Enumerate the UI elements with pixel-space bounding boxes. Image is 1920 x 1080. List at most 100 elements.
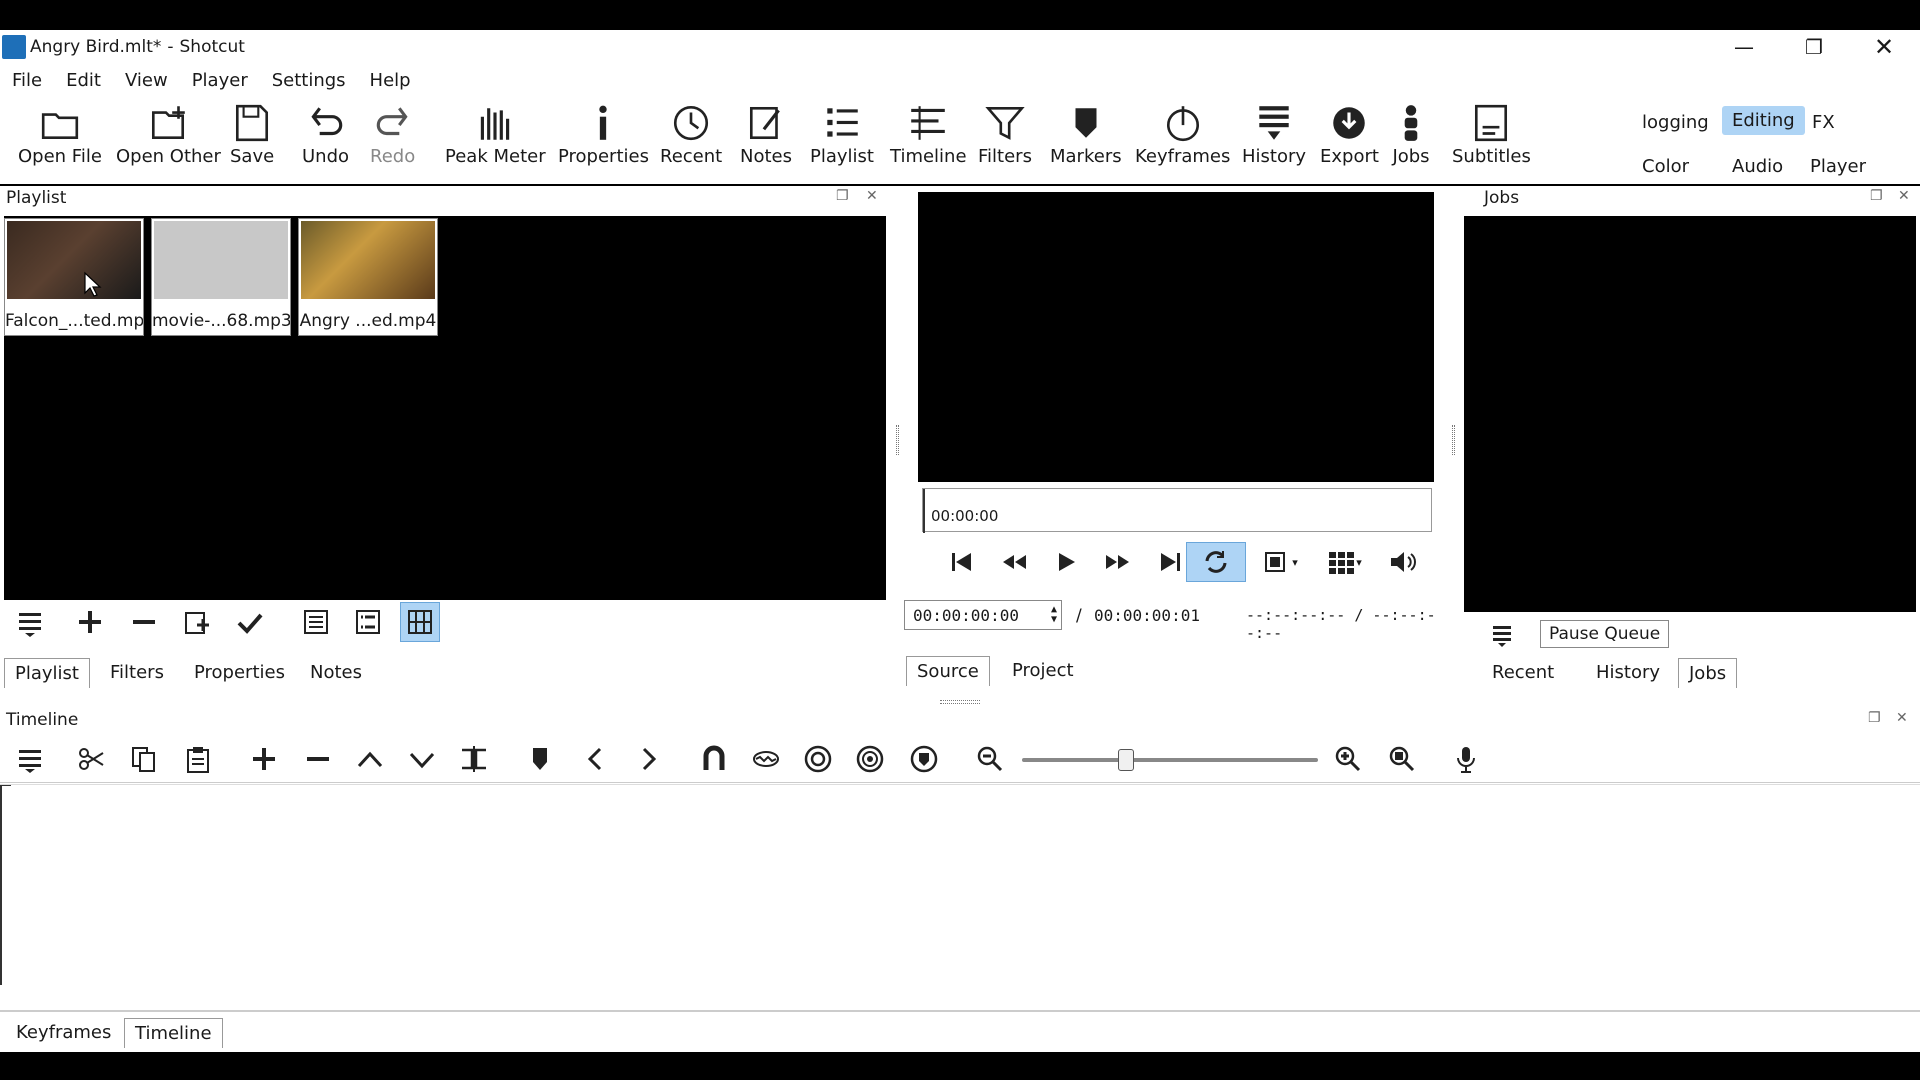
tab-properties[interactable]: Properties	[184, 658, 295, 687]
current-time-field[interactable]: 00:00:00:00 ▲ ▼	[904, 600, 1062, 630]
time-spinner-icon[interactable]: ▲ ▼	[1051, 605, 1057, 625]
pause-queue-button[interactable]: Pause Queue	[1540, 620, 1670, 648]
splitter-handle[interactable]	[896, 425, 899, 455]
view-details-button[interactable]	[296, 602, 336, 642]
menu-file[interactable]: File	[0, 70, 54, 91]
next-marker-button[interactable]	[628, 741, 668, 777]
tab-source[interactable]: Source	[906, 656, 990, 686]
snap-button[interactable]	[694, 741, 734, 777]
zoom-out-button[interactable]	[970, 741, 1010, 777]
layout-logging[interactable]: logging	[1632, 108, 1719, 137]
restore-button[interactable]: ❐	[1784, 30, 1844, 64]
subtitles-button[interactable]: Subtitles	[1452, 102, 1531, 167]
tab-timeline[interactable]: Timeline	[124, 1018, 223, 1048]
ripple-markers-button[interactable]	[904, 741, 944, 777]
view-icons-button[interactable]	[400, 602, 440, 642]
notes-button[interactable]: Notes	[740, 102, 792, 167]
zoom-slider[interactable]	[1022, 758, 1318, 762]
split-at-playhead-button[interactable]	[454, 741, 494, 777]
playlist-item[interactable]: Falcon_...ted.mp4	[4, 218, 144, 336]
add-to-playlist-button[interactable]	[70, 602, 110, 642]
previous-marker-button[interactable]	[576, 741, 616, 777]
menu-player[interactable]: Player	[180, 70, 260, 91]
menu-help[interactable]: Help	[358, 70, 423, 91]
zoom-fit-button[interactable]	[1382, 741, 1422, 777]
add-marker-button[interactable]	[520, 741, 560, 777]
layout-color[interactable]: Color	[1632, 152, 1699, 181]
record-audio-button[interactable]	[1446, 741, 1486, 777]
append-button[interactable]	[244, 741, 284, 777]
redo-button[interactable]: Redo	[370, 102, 415, 167]
play-button[interactable]	[1046, 542, 1086, 582]
peak-meter-button[interactable]: Peak Meter	[445, 102, 546, 167]
zoom-in-button[interactable]	[1328, 741, 1368, 777]
skip-to-previous-button[interactable]	[942, 542, 982, 582]
export-button[interactable]: Export	[1320, 102, 1379, 167]
cut-button[interactable]	[72, 741, 112, 777]
video-preview[interactable]	[918, 192, 1434, 482]
minimize-button[interactable]: —	[1714, 30, 1774, 64]
lift-button[interactable]	[350, 741, 390, 777]
layout-fx[interactable]: FX	[1802, 108, 1845, 137]
layout-player[interactable]: Player	[1800, 152, 1876, 181]
menu-edit[interactable]: Edit	[54, 70, 113, 91]
playlist-button[interactable]: Playlist	[810, 102, 874, 167]
history-button[interactable]: History	[1242, 102, 1306, 167]
player-time-ruler[interactable]: 00:00:00	[922, 488, 1432, 533]
jobs-list-area[interactable]	[1464, 216, 1916, 612]
tab-jobs[interactable]: Jobs	[1678, 658, 1738, 688]
float-icon[interactable]: ❐	[1870, 188, 1883, 204]
zoom-toggle-button[interactable]: ▾	[1252, 542, 1308, 582]
playlist-item[interactable]: movie-...68.mp3	[151, 218, 291, 336]
update-button[interactable]	[230, 602, 270, 642]
layout-editing[interactable]: Editing	[1722, 106, 1805, 135]
save-button[interactable]: Save	[230, 102, 274, 167]
splitter-handle[interactable]	[940, 700, 980, 704]
panel-close-icon[interactable]: ✕	[866, 188, 878, 204]
tab-project[interactable]: Project	[1002, 656, 1084, 685]
loop-button[interactable]	[1186, 542, 1246, 582]
timeline-playhead[interactable]	[0, 785, 14, 985]
fast-forward-button[interactable]	[1098, 542, 1138, 582]
float-icon[interactable]: ❐	[1868, 710, 1881, 726]
float-icon[interactable]: ❐	[836, 188, 849, 204]
scrub-while-dragging-button[interactable]	[746, 741, 786, 777]
panel-close-icon[interactable]: ✕	[1898, 188, 1910, 204]
panel-close-icon[interactable]: ✕	[1896, 710, 1908, 726]
tab-notes[interactable]: Notes	[300, 658, 372, 687]
open-other-button[interactable]: Open Other	[116, 102, 221, 167]
rewind-button[interactable]	[994, 542, 1034, 582]
tab-keyframes[interactable]: Keyframes	[6, 1018, 121, 1047]
layout-audio[interactable]: Audio	[1722, 152, 1793, 181]
open-file-button[interactable]: Open File	[18, 102, 102, 167]
ripple-all-tracks-button[interactable]	[850, 741, 890, 777]
view-tiles-button[interactable]	[348, 602, 388, 642]
tab-history[interactable]: History	[1586, 658, 1670, 687]
paste-button[interactable]	[178, 741, 218, 777]
playlist-menu-button[interactable]	[10, 602, 50, 642]
ripple-button[interactable]	[798, 741, 838, 777]
timeline-tracks-area[interactable]	[0, 784, 1920, 986]
timeline-menu-button[interactable]	[10, 741, 50, 777]
properties-button[interactable]: Properties	[558, 102, 649, 167]
skip-to-next-button[interactable]	[1150, 542, 1190, 582]
filters-button[interactable]: Filters	[978, 102, 1032, 167]
tab-playlist[interactable]: Playlist	[4, 658, 90, 688]
copy-button[interactable]	[124, 741, 164, 777]
keyframes-button[interactable]: Keyframes	[1135, 102, 1230, 167]
jobs-menu-button[interactable]	[1482, 614, 1522, 654]
remove-from-playlist-button[interactable]	[124, 602, 164, 642]
undo-button[interactable]: Undo	[302, 102, 349, 167]
zoom-slider-handle[interactable]	[1117, 749, 1134, 771]
menu-settings[interactable]: Settings	[260, 70, 358, 91]
tab-recent[interactable]: Recent	[1482, 658, 1564, 687]
volume-button[interactable]	[1382, 542, 1422, 582]
markers-button[interactable]: Markers	[1050, 102, 1122, 167]
playlist-item[interactable]: Angry ...ed.mp4	[298, 218, 438, 336]
recent-button[interactable]: Recent	[660, 102, 722, 167]
add-files-button[interactable]	[178, 602, 218, 642]
ripple-delete-button[interactable]	[298, 741, 338, 777]
overwrite-button[interactable]	[402, 741, 442, 777]
timeline-button[interactable]: Timeline	[890, 102, 967, 167]
menu-view[interactable]: View	[113, 70, 180, 91]
